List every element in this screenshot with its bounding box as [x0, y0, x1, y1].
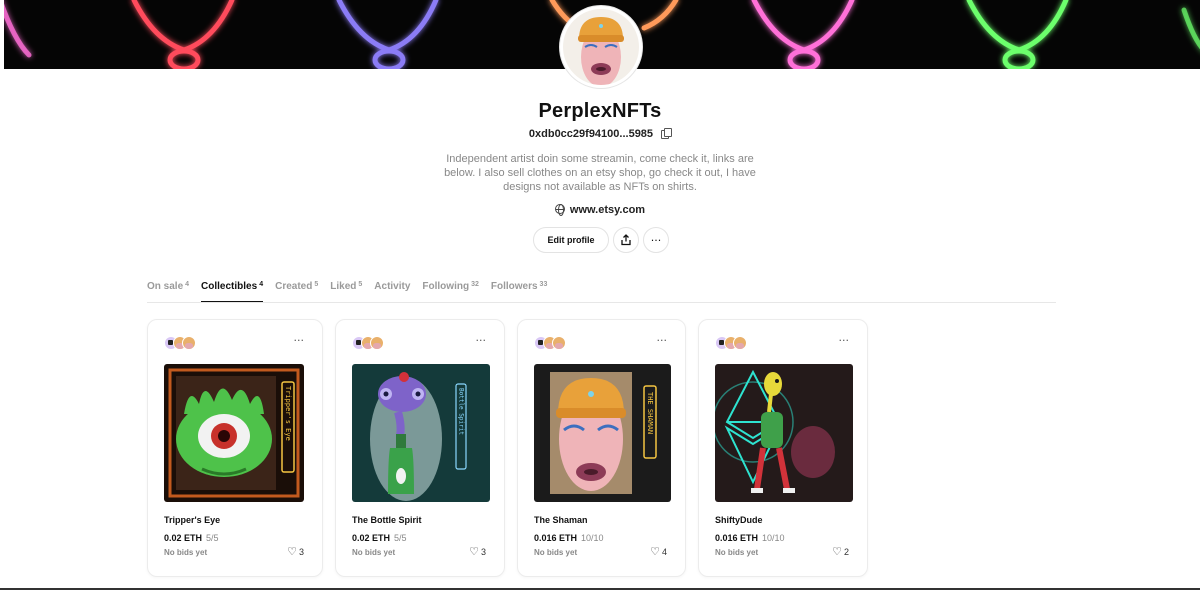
- profile-avatar: [560, 6, 642, 88]
- like-button[interactable]: ♡ 3: [287, 545, 304, 558]
- website-text: www.etsy.com: [569, 204, 646, 216]
- nft-title[interactable]: Tripper's Eye: [164, 515, 220, 525]
- price-value: 0.02 ETH: [164, 533, 203, 543]
- heart-icon: ♡: [287, 545, 297, 558]
- nft-title[interactable]: The Shaman: [534, 515, 588, 525]
- like-count: 3: [480, 546, 486, 557]
- nft-image[interactable]: Tripper's Eye: [164, 364, 304, 502]
- nft-card[interactable]: ··· Tripper's Eye Tripper's Eye 0.02 ETH…: [147, 319, 323, 577]
- tab-count: 5: [358, 281, 363, 288]
- edition-count: 5/5: [206, 533, 219, 543]
- art-sign-text: Tripper's Eye: [284, 386, 292, 441]
- tab-count: 32: [471, 281, 479, 288]
- tab-count: 5: [314, 281, 319, 288]
- tab-label: On sale: [147, 281, 184, 292]
- bid-status: No bids yet: [534, 548, 578, 557]
- tab-label: Liked: [330, 281, 357, 292]
- heart-icon: ♡: [650, 545, 660, 558]
- nft-card[interactable]: ··· ShiftyDude 0.016 ETH 10/10 No bids y…: [698, 319, 868, 577]
- nft-image[interactable]: THE SHAMAN: [534, 364, 671, 502]
- nft-title[interactable]: ShiftyDude: [715, 515, 763, 525]
- owner-avatar[interactable]: [182, 336, 196, 350]
- art-sign-text: Bottle Spirit: [458, 388, 465, 435]
- like-button[interactable]: ♡ 3: [469, 545, 486, 558]
- profile-tabs: On sale 4 Collectibles 4 Created 5 Liked 5 A…: [147, 281, 559, 303]
- tabs-divider: [147, 302, 1056, 303]
- owner-avatars[interactable]: [164, 336, 196, 350]
- like-button[interactable]: ♡ 4: [650, 545, 667, 558]
- tab-label: Followers: [490, 281, 538, 292]
- edition-count: 5/5: [394, 533, 407, 543]
- share-button[interactable]: [613, 227, 639, 253]
- tab-label: Collectibles: [201, 281, 258, 292]
- nft-image[interactable]: [715, 364, 853, 502]
- more-options-button[interactable]: ···: [643, 227, 669, 253]
- bid-status: No bids yet: [352, 548, 396, 557]
- profile-actions: Edit profile ···: [0, 227, 1200, 253]
- edit-profile-button[interactable]: Edit profile: [533, 227, 609, 253]
- card-more-button[interactable]: ···: [657, 334, 668, 347]
- nft-card[interactable]: ··· THE SHAMAN The Shaman 0.016 ETH 10/10…: [517, 319, 686, 577]
- bid-status: No bids yet: [164, 548, 208, 557]
- like-count: 2: [843, 546, 849, 557]
- nft-title[interactable]: The Bottle Spirit: [352, 515, 422, 525]
- bid-status: No bids yet: [715, 548, 759, 557]
- like-count: 3: [298, 546, 304, 557]
- tab-liked[interactable]: Liked 5: [330, 281, 362, 303]
- card-more-button[interactable]: ···: [294, 334, 305, 347]
- nft-card[interactable]: ··· Bottle Spirit The Bottle Spirit 0.02…: [335, 319, 505, 577]
- nft-price: 0.016 ETH 10/10: [715, 533, 785, 543]
- nft-price: 0.02 ETH 5/5: [352, 533, 407, 543]
- tab-on-sale[interactable]: On sale 4: [147, 281, 189, 303]
- tab-followers[interactable]: Followers 33: [491, 281, 547, 303]
- nft-price: 0.02 ETH 5/5: [164, 533, 219, 543]
- tab-label: Created: [275, 281, 313, 292]
- wallet-address-text: 0xdb0cc29f94100...5985: [528, 128, 654, 140]
- profile-name: PerplexNFTs: [538, 100, 662, 122]
- tab-count: 4: [185, 281, 190, 288]
- tab-collectibles[interactable]: Collectibles 4: [201, 281, 264, 303]
- owner-avatars[interactable]: [715, 336, 747, 350]
- globe-icon: [554, 204, 565, 216]
- profile-bio: Independent artist doin some streamin, c…: [444, 153, 756, 193]
- tab-activity[interactable]: Activity: [374, 281, 410, 303]
- owner-avatars[interactable]: [534, 336, 566, 350]
- copy-icon[interactable]: [661, 128, 673, 139]
- price-value: 0.016 ETH: [715, 533, 759, 543]
- price-value: 0.016 ETH: [534, 533, 578, 543]
- edition-count: 10/10: [762, 533, 785, 543]
- card-more-button[interactable]: ···: [476, 334, 487, 347]
- tab-created[interactable]: Created 5: [275, 281, 318, 303]
- owner-avatar[interactable]: [733, 336, 747, 350]
- like-count: 4: [661, 546, 667, 557]
- share-icon: [621, 234, 631, 246]
- art-sign-text: THE SHAMAN: [646, 392, 654, 434]
- wallet-address[interactable]: 0xdb0cc29f94100...5985: [0, 128, 1200, 140]
- card-more-button[interactable]: ···: [839, 334, 850, 347]
- tab-following[interactable]: Following 32: [422, 281, 478, 303]
- price-value: 0.02 ETH: [352, 533, 391, 543]
- heart-icon: ♡: [469, 545, 479, 558]
- tab-count: 33: [539, 281, 548, 288]
- tab-count: 4: [259, 281, 264, 288]
- tab-label: Following: [422, 281, 470, 292]
- nft-price: 0.016 ETH 10/10: [534, 533, 604, 543]
- like-button[interactable]: ♡ 2: [832, 545, 849, 558]
- nft-image[interactable]: Bottle Spirit: [352, 364, 490, 502]
- owner-avatars[interactable]: [352, 336, 384, 350]
- owner-avatar[interactable]: [370, 336, 384, 350]
- tab-label: Activity: [374, 281, 411, 292]
- edition-count: 10/10: [581, 533, 604, 543]
- owner-avatar[interactable]: [552, 336, 566, 350]
- website-link[interactable]: www.etsy.com: [0, 204, 1200, 216]
- heart-icon: ♡: [832, 545, 842, 558]
